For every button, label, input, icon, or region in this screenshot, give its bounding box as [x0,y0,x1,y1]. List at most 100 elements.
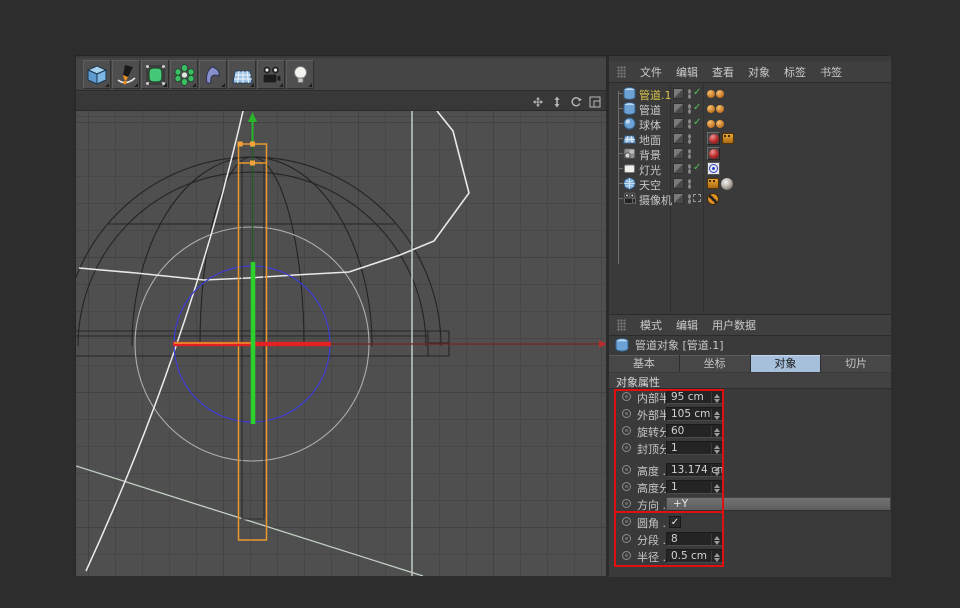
keyframe-radio[interactable] [622,465,631,474]
camera-button[interactable] [257,60,285,89]
phong-tag[interactable] [707,105,724,113]
visibility-dots[interactable] [688,164,691,174]
visibility-dots[interactable] [688,149,691,159]
phong-tag[interactable] [707,120,724,128]
object-row-floor[interactable]: 地面 [609,131,891,146]
visibility-dots[interactable] [688,134,691,144]
toggle-view-icon[interactable] [589,96,601,108]
am-menu-userdata[interactable]: 用户数据 [712,317,756,333]
light-button[interactable] [286,60,314,89]
rotation-segments-input[interactable]: 60 [666,424,723,438]
panel-grip-icon[interactable] [617,66,626,78]
rotate-view-icon[interactable] [570,96,582,108]
om-menu-tag[interactable]: 标签 [784,64,806,80]
layer-toggle[interactable] [673,148,684,159]
keyframe-radio[interactable] [622,443,631,452]
enabled-check[interactable]: ✓ [693,162,701,173]
light-target-tag[interactable] [707,162,720,175]
pan-view-icon[interactable] [532,96,544,108]
spinner-stepper[interactable] [711,409,721,421]
keyframe-radio[interactable] [622,392,631,401]
om-menu-edit[interactable]: 编辑 [676,64,698,80]
object-row-background[interactable]: 背景 [609,146,891,161]
spinner-stepper[interactable] [711,465,721,477]
spinner-stepper[interactable] [711,443,721,455]
object-row-light[interactable]: 灯光 ✓ [609,161,891,176]
outer-radius-input[interactable]: 105 cm [666,407,723,421]
object-row-tube[interactable]: 管道 ✓ [609,101,891,116]
layer-toggle[interactable] [673,193,684,204]
inner-radius-input[interactable]: 95 cm [666,390,723,404]
layer-toggle[interactable] [673,133,684,144]
camera-active-icon[interactable] [693,194,701,202]
keyframe-radio[interactable] [622,426,631,435]
cube-primitive-button[interactable] [83,60,111,89]
object-row-sphere[interactable]: 球体 ✓ [609,116,891,131]
panel-grip-icon[interactable] [617,319,626,331]
keyframe-radio[interactable] [622,551,631,560]
fillet-radius-input[interactable]: 0.5 cm [666,549,723,563]
bend-deformer-button[interactable] [199,60,227,89]
tab-slice[interactable]: 切片 [821,355,891,372]
am-menu-edit[interactable]: 编辑 [676,317,698,333]
cube-icon [87,64,108,86]
prop-row-cap-segments: 封顶分段 1 [609,441,891,455]
keyframe-radio[interactable] [622,482,631,491]
object-name[interactable]: 摄像机 [639,192,672,208]
fillet-segments-input[interactable]: 8 [666,532,723,546]
spinner-stepper[interactable] [711,551,721,563]
floor-environment-button[interactable] [228,60,256,89]
perspective-viewport[interactable] [76,111,606,576]
height-input[interactable]: 13.174 cm [666,463,723,477]
environment-texture-tag[interactable] [721,178,733,190]
spline-pen-button[interactable] [112,60,140,89]
dolly-zoom-icon[interactable] [551,96,563,108]
spinner-stepper[interactable] [711,392,721,404]
enabled-check[interactable]: ✓ [693,87,701,98]
am-menu-mode[interactable]: 模式 [640,317,662,333]
om-menu-file[interactable]: 文件 [640,64,662,80]
tab-coordinates[interactable]: 坐标 [680,355,750,372]
enabled-check[interactable]: ✓ [693,117,701,128]
object-row-sky[interactable]: 天空 [609,176,891,191]
visibility-dots[interactable] [688,119,691,129]
keyframe-radio[interactable] [622,499,631,508]
object-row-tube1[interactable]: 管道.1 ✓ [609,86,891,101]
layer-toggle[interactable] [673,103,684,114]
protection-tag[interactable] [707,193,719,205]
cap-segments-input[interactable]: 1 [666,441,723,455]
compositing-tag[interactable] [722,133,734,144]
subdivision-surface-button[interactable] [141,60,169,89]
object-row-camera[interactable]: 摄像机 [609,191,891,206]
material-tag[interactable] [707,132,720,145]
spinner-stepper[interactable] [711,534,721,546]
material-tag[interactable] [707,147,720,160]
om-menu-view[interactable]: 查看 [712,64,734,80]
visibility-dots[interactable] [688,89,691,99]
layer-toggle[interactable] [673,178,684,189]
tab-basic[interactable]: 基本 [609,355,679,372]
om-menu-bookmark[interactable]: 书签 [820,64,842,80]
layer-toggle[interactable] [673,118,684,129]
prop-row-fillet-segments: 分段 . . . 8 [609,532,891,546]
visibility-dots[interactable] [688,194,691,204]
visibility-dots[interactable] [688,179,691,189]
keyframe-radio[interactable] [622,534,631,543]
phong-tag[interactable] [707,90,724,98]
spinner-stepper[interactable] [711,482,721,494]
enabled-check[interactable]: ✓ [693,102,701,113]
height-segments-input[interactable]: 1 [666,480,723,494]
array-generator-button[interactable] [170,60,198,89]
layer-toggle[interactable] [673,163,684,174]
y-axis-arrowhead[interactable] [248,112,257,122]
keyframe-radio[interactable] [622,409,631,418]
tab-object[interactable]: 对象 [751,355,821,372]
layer-toggle[interactable] [673,88,684,99]
fillet-checkbox[interactable]: ✓ [669,516,681,528]
om-menu-object[interactable]: 对象 [748,64,770,80]
compositing-tag[interactable] [707,178,719,189]
keyframe-radio[interactable] [622,517,631,526]
visibility-dots[interactable] [688,104,691,114]
orientation-dropdown[interactable]: +Y [666,497,891,511]
spinner-stepper[interactable] [711,426,721,438]
